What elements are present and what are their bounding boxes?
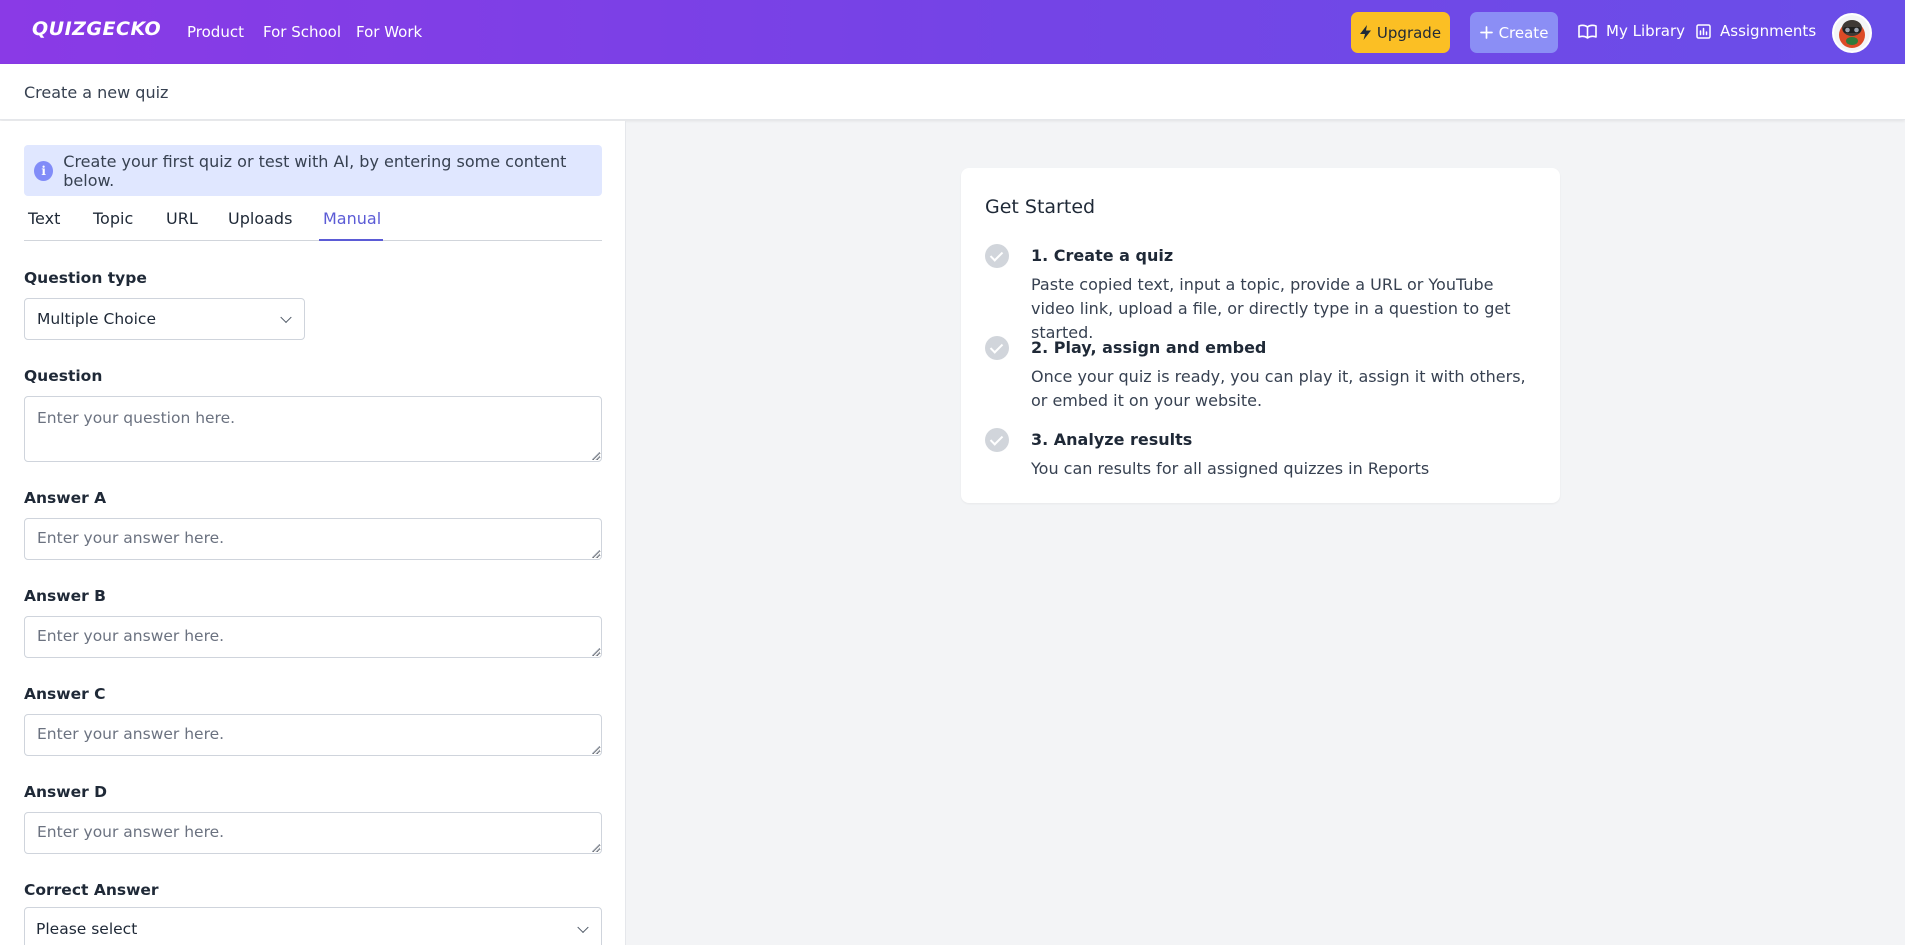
answer-a-wrap [24,518,602,560]
answer-b-wrap [24,616,602,658]
question-type-value: Multiple Choice [37,310,156,328]
step-play-assign-embed: 2. Play, assign and embed Once your quiz… [985,336,1545,416]
answer-b-input[interactable] [24,616,602,658]
book-icon [1578,24,1597,39]
input-mode-tabs: Text Topic URL Uploads Manual [24,207,602,241]
plus-icon [1479,26,1493,39]
chevron-down-icon [280,311,292,324]
info-icon: i [34,160,54,181]
correct-answer-label: Correct Answer [24,881,159,899]
tab-topic[interactable]: Topic [93,209,133,228]
answer-d-input[interactable] [24,812,602,854]
question-input[interactable] [24,396,602,462]
correct-answer-value: Please select [36,920,138,938]
answer-a-label: Answer A [24,489,107,507]
info-banner-text: Create your first quiz or test with AI, … [63,151,567,190]
active-tab-indicator [319,239,383,241]
tab-manual[interactable]: Manual [323,209,381,228]
answer-d-label: Answer D [24,783,107,801]
upgrade-button[interactable]: Upgrade [1351,12,1450,53]
avatar-icon [1834,15,1870,51]
assignments-label: Assignments [1720,22,1817,40]
step-title: 3. Analyze results [1031,430,1193,449]
top-navbar: QUIZGECKO Product For School For Work Up… [0,0,1905,64]
nav-link-product[interactable]: Product [187,23,244,41]
check-circle-icon [985,428,1009,452]
question-type-label: Question type [24,269,147,287]
create-button[interactable]: Create [1470,12,1558,53]
tab-url[interactable]: URL [166,209,198,228]
lightning-icon [1359,25,1371,40]
chevron-down-icon [577,921,589,934]
my-library-label: My Library [1606,22,1686,40]
step-title: 2. Play, assign and embed [1031,338,1267,357]
page-header: Create a new quiz [0,64,1905,120]
answer-d-wrap [24,812,602,854]
nav-link-for-school[interactable]: For School [263,23,341,41]
step-title: 1. Create a quiz [1031,246,1174,265]
nav-link-for-work[interactable]: For Work [356,23,422,41]
answer-c-label: Answer C [24,685,106,703]
step-description: Paste copied text, input a topic, provid… [1031,275,1511,342]
page-title: Create a new quiz [24,83,169,102]
my-library-link[interactable]: My Library [1578,22,1685,40]
get-started-title: Get Started [985,196,1096,218]
get-started-card: Get Started 1. Create a quiz Paste copie… [961,168,1560,503]
user-avatar[interactable] [1832,13,1872,53]
answer-c-wrap [24,714,602,756]
correct-answer-select[interactable]: Please select [24,907,602,945]
quizgecko-logo[interactable]: QUIZGECKO [32,18,161,40]
step-analyze-results: 3. Analyze results You can results for a… [985,428,1545,488]
step-create-quiz: 1. Create a quiz Paste copied text, inpu… [985,244,1545,342]
tab-uploads[interactable]: Uploads [228,209,292,228]
answer-a-input[interactable] [24,518,602,560]
assignments-link[interactable]: Assignments [1696,22,1816,40]
tab-text[interactable]: Text [28,209,60,228]
check-circle-icon [985,244,1009,268]
info-banner: i Create your first quiz or test with AI… [24,145,602,196]
question-label: Question [24,367,103,385]
question-field-wrap [24,396,602,462]
answer-b-label: Answer B [24,587,106,605]
answer-c-input[interactable] [24,714,602,756]
upgrade-label: Upgrade [1376,23,1442,42]
quiz-editor-panel: i Create your first quiz or test with AI… [0,121,626,945]
step-description: Once your quiz is ready, you can play it… [1031,367,1526,410]
chart-icon [1696,23,1711,39]
check-circle-icon [985,336,1009,360]
create-label: Create [1498,23,1549,42]
step-description: You can results for all assigned quizzes… [1031,459,1430,478]
question-type-select[interactable]: Multiple Choice [24,298,305,340]
